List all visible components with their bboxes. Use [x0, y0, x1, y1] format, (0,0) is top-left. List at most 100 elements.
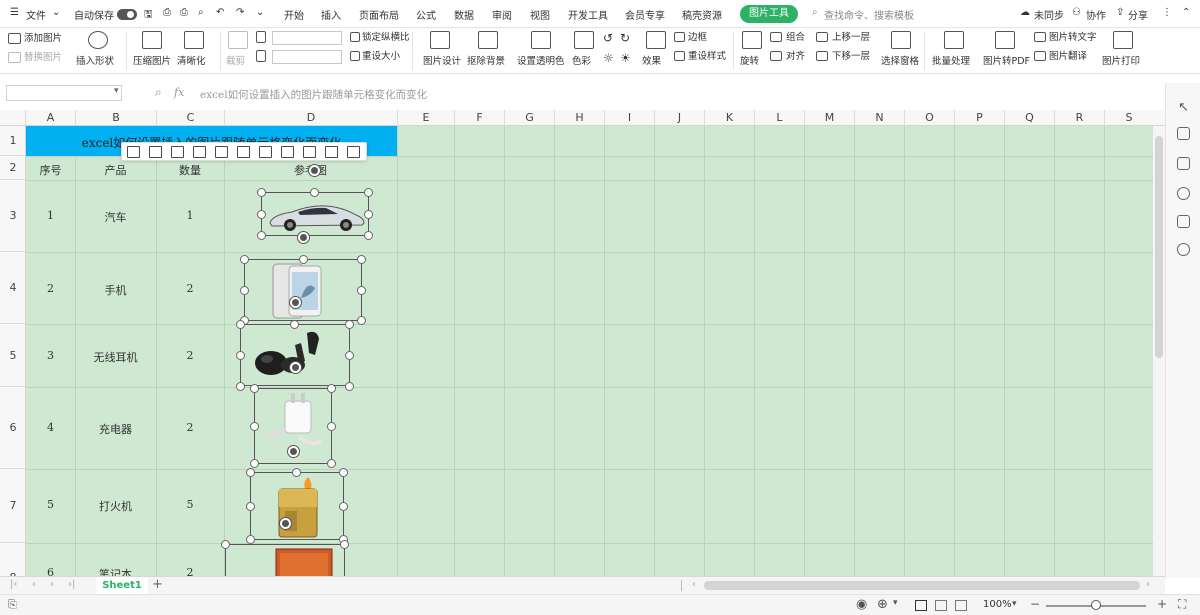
cell-seq[interactable]: 6	[26, 566, 75, 576]
zoom-level[interactable]: 100%	[983, 599, 1012, 610]
resize-handle[interactable]	[345, 320, 354, 329]
more-icon[interactable]: ⌄	[256, 7, 264, 18]
header-seq[interactable]: 序号	[26, 162, 75, 178]
cell-seq[interactable]: 1	[26, 209, 75, 222]
sliders-icon[interactable]	[1177, 127, 1190, 140]
group-shapes-icon[interactable]	[325, 146, 338, 158]
cursor-icon[interactable]: ↖	[1178, 100, 1189, 115]
export-pdf-icon[interactable]: ⎙	[163, 7, 171, 18]
resize-handle[interactable]	[257, 188, 266, 197]
resize-handle[interactable]	[299, 255, 308, 264]
column-header[interactable]: J	[655, 110, 705, 126]
cell-product[interactable]: 充电器	[75, 421, 156, 437]
column-header[interactable]: C	[157, 110, 225, 126]
rotate-left-icon[interactable]: ↺	[603, 32, 613, 44]
tab-data[interactable]: 数据	[454, 7, 474, 22]
chevron-down-icon[interactable]: ⌄	[52, 7, 60, 18]
column-header[interactable]: F	[455, 110, 505, 126]
resize-handle[interactable]	[327, 422, 336, 431]
width-input[interactable]	[272, 50, 342, 64]
add-sheet-button[interactable]: +	[152, 577, 163, 592]
column-header[interactable]: H	[555, 110, 605, 126]
cell-product[interactable]: 打火机	[75, 498, 156, 514]
clarity-button[interactable]: 清晰化	[177, 56, 206, 68]
to-text-button[interactable]: 图片转文字	[1049, 32, 1097, 44]
resize-handle[interactable]	[250, 384, 259, 393]
selection-pane-button[interactable]: 选择窗格	[881, 56, 919, 68]
zoom-out-icon[interactable]: −	[1030, 597, 1040, 611]
column-header[interactable]: N	[855, 110, 905, 126]
row-header[interactable]: 7	[0, 469, 25, 543]
location-icon[interactable]	[1177, 243, 1190, 256]
send-backward-button[interactable]: 下移一层	[832, 51, 870, 63]
resize-handle[interactable]	[345, 382, 354, 391]
chevron-down-icon[interactable]: ▾	[1012, 599, 1017, 609]
zoom-slider-thumb[interactable]	[1091, 600, 1101, 610]
redo-icon[interactable]: ↷	[236, 7, 244, 18]
resize-handle[interactable]	[357, 316, 366, 325]
resize-handle[interactable]	[357, 286, 366, 295]
cell-qty[interactable]: 2	[156, 349, 224, 362]
distribute-vertical-icon[interactable]	[303, 146, 316, 158]
last-sheet-icon[interactable]: ›|	[68, 579, 75, 590]
cell-product[interactable]: 手机	[75, 282, 156, 298]
resize-handle[interactable]	[339, 468, 348, 477]
next-sheet-icon[interactable]: ›	[50, 579, 54, 590]
prev-sheet-icon[interactable]: ‹	[32, 579, 36, 590]
rotate-handle-icon[interactable]	[280, 518, 291, 529]
car-image[interactable]	[261, 192, 369, 236]
share-button[interactable]: 分享	[1128, 7, 1148, 22]
print-preview-icon[interactable]: ⌕	[198, 7, 204, 18]
rotate-button[interactable]: 旋转	[740, 56, 759, 68]
cell-product[interactable]: 笔记本	[75, 566, 156, 576]
remove-bg-button[interactable]: 抠除背景	[467, 56, 505, 68]
align-right-icon[interactable]	[171, 146, 184, 158]
print-icon[interactable]: ⎙	[180, 7, 188, 18]
cell-qty[interactable]: 2	[156, 566, 224, 576]
resize-handle[interactable]	[236, 382, 245, 391]
resize-handle[interactable]	[364, 210, 373, 219]
scroll-right-icon[interactable]: ›	[1146, 579, 1150, 590]
column-header[interactable]: A	[26, 110, 76, 126]
column-header[interactable]: Q	[1005, 110, 1055, 126]
row-header[interactable]: 6	[0, 387, 25, 469]
bring-forward-button[interactable]: 上移一层	[832, 32, 870, 44]
cell-product[interactable]: 汽车	[75, 209, 156, 225]
row-header[interactable]: 1	[0, 126, 25, 156]
border-button[interactable]: 边框	[688, 32, 707, 44]
earbuds-image[interactable]	[240, 324, 350, 386]
macro-icon[interactable]: ⎘	[8, 598, 17, 612]
input-method-icon[interactable]: ⊕	[877, 597, 888, 612]
resize-handle[interactable]	[339, 502, 348, 511]
column-header[interactable]: P	[955, 110, 1005, 126]
eye-protection-icon[interactable]: ◉	[856, 597, 867, 612]
lock-ratio-checkbox[interactable]	[350, 32, 360, 42]
cell-seq[interactable]: 2	[26, 282, 75, 295]
column-header[interactable]: G	[505, 110, 555, 126]
resize-handle[interactable]	[257, 231, 266, 240]
select-all-corner[interactable]	[0, 110, 26, 126]
rotate-handle-icon[interactable]	[290, 362, 301, 373]
resize-handle[interactable]	[240, 255, 249, 264]
laptop-image[interactable]	[225, 544, 345, 576]
resize-handle[interactable]	[327, 459, 336, 468]
align-button[interactable]: 对齐	[786, 51, 805, 63]
row-header[interactable]: 2	[0, 156, 25, 180]
image-print-button[interactable]: 图片打印	[1102, 56, 1140, 68]
format-icon[interactable]	[1177, 157, 1190, 170]
tab-developer[interactable]: 开发工具	[568, 7, 608, 22]
spreadsheet-grid[interactable]: excel如何设置插入的图片跟随单元格变化而变化 序号 产品 数量 参考图 1 …	[26, 126, 1153, 576]
cell-qty[interactable]: 5	[156, 498, 224, 511]
resize-handle[interactable]	[357, 255, 366, 264]
brightness-icon[interactable]: ☼	[603, 52, 614, 64]
reset-style-button[interactable]: 重设样式	[688, 51, 726, 63]
rotate-handle-icon[interactable]	[290, 297, 301, 308]
align-middle-icon[interactable]	[215, 146, 228, 158]
batch-button[interactable]: 批量处理	[932, 56, 970, 68]
chevron-down-icon[interactable]: ▾	[114, 86, 119, 96]
column-header[interactable]: L	[755, 110, 805, 126]
resize-handle[interactable]	[364, 231, 373, 240]
zoom-formula-icon[interactable]: ⌕	[155, 85, 162, 100]
color-button[interactable]: 色彩	[572, 56, 591, 68]
cell-seq[interactable]: 5	[26, 498, 75, 511]
